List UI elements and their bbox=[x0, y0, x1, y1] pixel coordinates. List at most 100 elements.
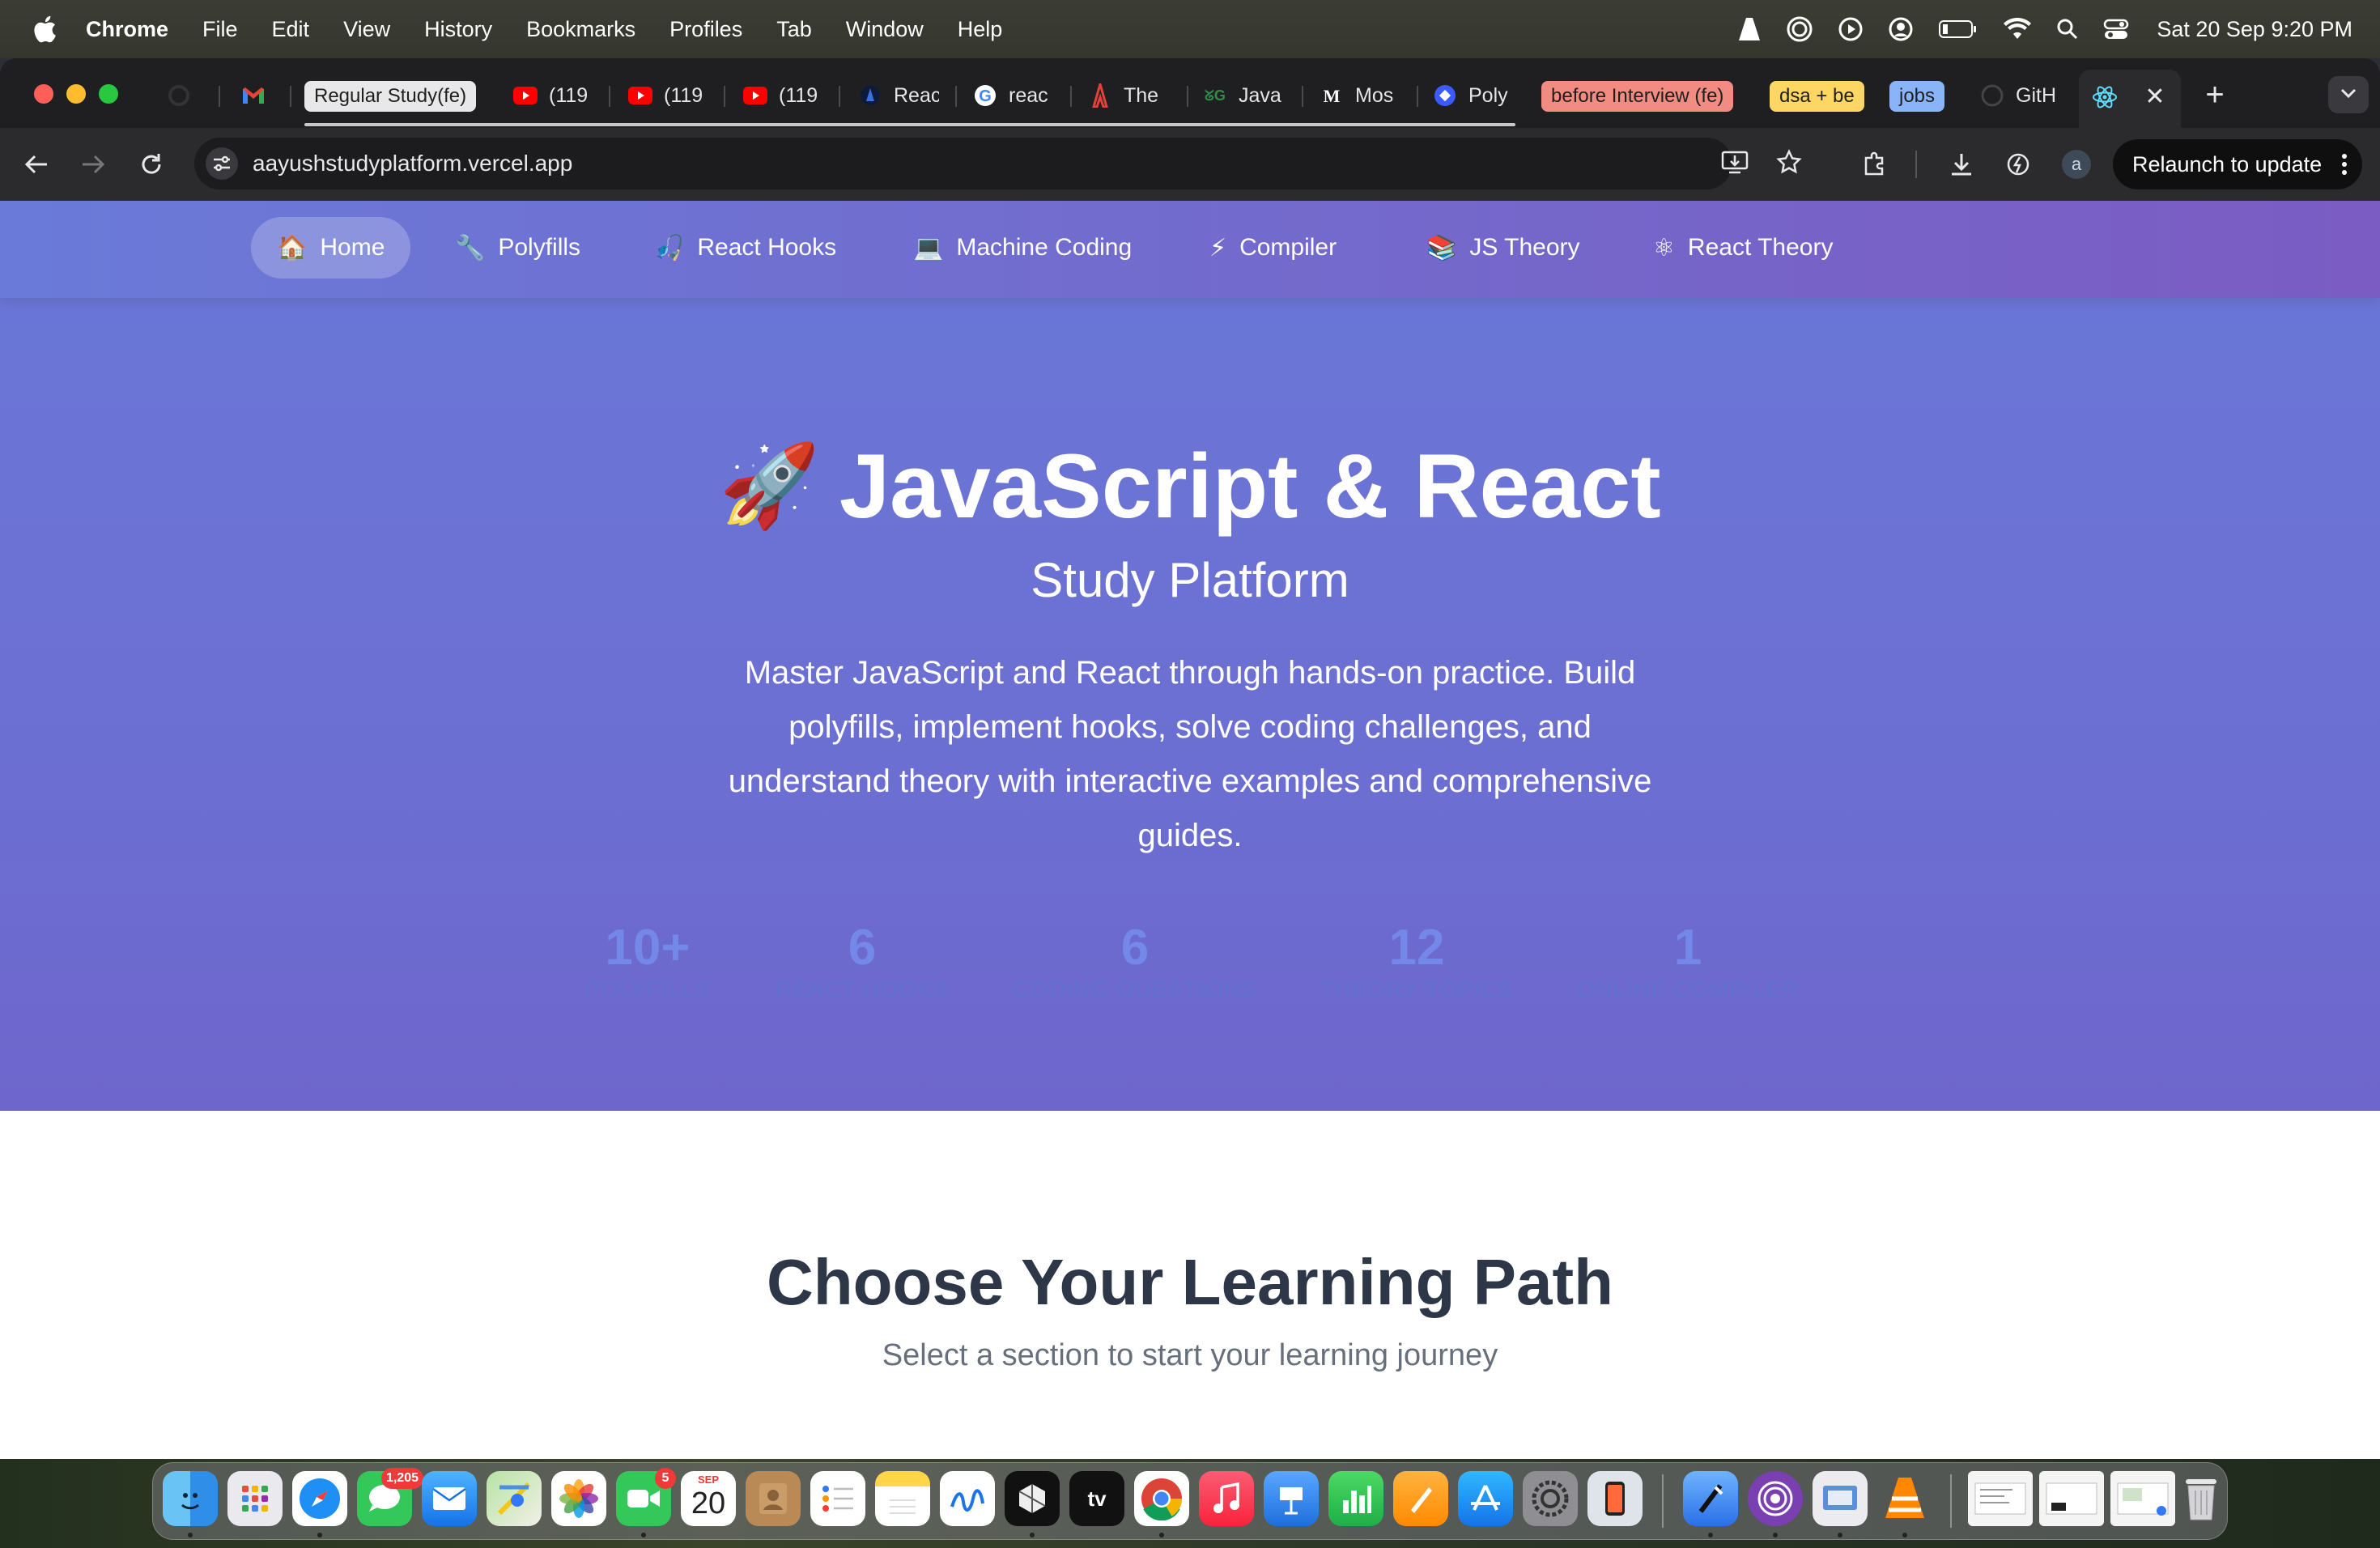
vlc-status-icon[interactable] bbox=[1737, 16, 1762, 42]
nav-machine-coding[interactable]: 💻 Machine Coding bbox=[887, 217, 1158, 279]
keynote-icon[interactable] bbox=[1264, 1471, 1319, 1526]
reload-button[interactable] bbox=[131, 144, 172, 185]
install-app-icon[interactable] bbox=[1721, 151, 1749, 179]
profile-avatar[interactable]: a bbox=[2056, 144, 2097, 185]
menu-history[interactable]: History bbox=[424, 17, 492, 42]
tab-youtube-3[interactable]: (119 bbox=[743, 78, 822, 113]
menu-tab[interactable]: Tab bbox=[776, 17, 812, 42]
spotlight-search-icon[interactable] bbox=[2056, 18, 2079, 40]
tab-group-before-interview[interactable]: before Interview (fe) bbox=[1541, 81, 1734, 112]
chrome-icon[interactable] bbox=[1134, 1471, 1189, 1526]
url-text[interactable]: aayushstudyplatform.vercel.app bbox=[253, 151, 572, 176]
tab-gmail[interactable] bbox=[241, 78, 274, 113]
app-store-icon[interactable] bbox=[1458, 1471, 1513, 1526]
play-status-icon[interactable] bbox=[1838, 16, 1864, 42]
bookmark-star-icon[interactable] bbox=[1776, 149, 1802, 179]
new-tab-button[interactable]: + bbox=[2199, 79, 2231, 112]
performance-icon[interactable] bbox=[1998, 144, 2038, 185]
nav-polyfills[interactable]: 🔧 Polyfills bbox=[429, 217, 606, 279]
tab-github[interactable]: GitH bbox=[1980, 78, 2069, 113]
tab-youtube-2[interactable]: (119 bbox=[628, 78, 708, 113]
tab-google-search[interactable]: Greac bbox=[973, 78, 1054, 113]
minimize-window-button[interactable] bbox=[66, 84, 86, 104]
tab-active-study-platform[interactable]: ✕ bbox=[2079, 70, 2181, 128]
menu-clock[interactable]: Sat 20 Sep 9:20 PM bbox=[2157, 17, 2352, 42]
menu-file[interactable]: File bbox=[202, 17, 238, 42]
xcode-icon[interactable] bbox=[1683, 1471, 1738, 1526]
contacts-icon[interactable] bbox=[746, 1471, 801, 1526]
nav-home[interactable]: 🏠 Home bbox=[251, 217, 411, 279]
iphone-mirroring-icon[interactable] bbox=[1587, 1471, 1643, 1526]
site-info-icon[interactable] bbox=[206, 147, 238, 180]
menu-app-name[interactable]: Chrome bbox=[86, 17, 168, 42]
freeform-icon[interactable] bbox=[940, 1471, 995, 1526]
tab-separator bbox=[1070, 86, 1072, 107]
apple-menu-icon[interactable] bbox=[32, 15, 57, 43]
vlc-icon[interactable] bbox=[1877, 1471, 1932, 1526]
preview-icon[interactable] bbox=[1813, 1471, 1868, 1526]
stat-coding-questions: 6 CODING QUESTIONS bbox=[1005, 921, 1264, 1002]
apple-tv-icon[interactable]: tv bbox=[1069, 1471, 1124, 1526]
downloads-icon[interactable] bbox=[1941, 144, 1982, 185]
menu-profiles[interactable]: Profiles bbox=[669, 17, 742, 42]
tab-group-regular-study[interactable]: Regular Study(fe) bbox=[304, 81, 477, 112]
zoom-window-button[interactable] bbox=[99, 84, 118, 104]
relaunch-to-update-button[interactable]: Relaunch to update bbox=[2113, 139, 2362, 189]
menu-edit[interactable]: Edit bbox=[272, 17, 310, 42]
reminders-icon[interactable] bbox=[810, 1471, 865, 1526]
menu-window[interactable]: Window bbox=[846, 17, 924, 42]
system-settings-icon[interactable] bbox=[1523, 1471, 1578, 1526]
forward-button[interactable] bbox=[73, 144, 113, 185]
cursor-app-icon[interactable] bbox=[1005, 1471, 1060, 1526]
tab-group-jobs[interactable]: jobs bbox=[1889, 81, 1945, 112]
tab-search-button[interactable] bbox=[2328, 76, 2369, 113]
browser-toolbar: aayushstudyplatform.vercel.app a Relaunc… bbox=[0, 128, 2380, 201]
facetime-icon[interactable]: 5 bbox=[616, 1468, 676, 1526]
photos-icon[interactable] bbox=[551, 1471, 606, 1526]
safari-icon[interactable] bbox=[292, 1471, 347, 1526]
menu-view[interactable]: View bbox=[343, 17, 390, 42]
tab-gfg-java[interactable]: ᘜG Java bbox=[1203, 78, 1284, 113]
back-button[interactable] bbox=[16, 144, 57, 185]
music-icon[interactable] bbox=[1199, 1471, 1254, 1526]
books-icon: 📚 bbox=[1426, 234, 1457, 262]
more-menu-icon[interactable] bbox=[2341, 153, 2348, 181]
tab-the[interactable]: The bbox=[1088, 78, 1169, 113]
finder-icon[interactable] bbox=[163, 1471, 218, 1526]
tab-poly[interactable]: Poly bbox=[1433, 78, 1514, 113]
tab-group-dsa-be[interactable]: dsa + be bbox=[1770, 81, 1864, 112]
close-window-button[interactable] bbox=[34, 84, 53, 104]
tab-youtube-1[interactable]: (119 bbox=[513, 78, 593, 113]
battery-icon[interactable] bbox=[1938, 19, 1978, 40]
tab-react-site[interactable]: Reac bbox=[858, 78, 939, 113]
nav-js-theory[interactable]: 📚 JS Theory bbox=[1400, 217, 1606, 279]
pages-icon[interactable] bbox=[1393, 1471, 1448, 1526]
calendar-icon[interactable]: SEP 20 bbox=[681, 1471, 736, 1526]
launchpad-icon[interactable] bbox=[227, 1471, 283, 1526]
tab-medium[interactable]: M Mos bbox=[1320, 78, 1400, 113]
tor-browser-icon[interactable] bbox=[1748, 1471, 1803, 1526]
control-center-icon[interactable] bbox=[2103, 18, 2129, 40]
address-bar[interactable]: aayushstudyplatform.vercel.app bbox=[194, 138, 1802, 189]
user-status-icon[interactable] bbox=[1888, 16, 1914, 42]
tab-separator bbox=[1302, 86, 1303, 107]
wifi-icon[interactable] bbox=[2003, 18, 2032, 40]
minimized-window-thumbnail[interactable] bbox=[2110, 1471, 2175, 1526]
menu-help[interactable]: Help bbox=[958, 17, 1003, 42]
close-tab-icon[interactable]: ✕ bbox=[2142, 84, 2168, 110]
notes-icon[interactable] bbox=[875, 1471, 930, 1526]
minimized-window-thumbnail[interactable] bbox=[2039, 1471, 2104, 1526]
tor-status-icon[interactable] bbox=[1786, 15, 1813, 43]
minimized-window-thumbnail[interactable] bbox=[1968, 1471, 2033, 1526]
extensions-icon[interactable] bbox=[1854, 144, 1894, 185]
trash-icon[interactable] bbox=[2174, 1471, 2229, 1526]
numbers-icon[interactable] bbox=[1328, 1471, 1383, 1526]
menu-bookmarks[interactable]: Bookmarks bbox=[526, 17, 635, 42]
messages-icon[interactable]: 1,205 bbox=[357, 1468, 423, 1526]
tab-openai[interactable] bbox=[167, 78, 199, 113]
nav-compiler[interactable]: ⚡ Compiler bbox=[1184, 217, 1362, 279]
mail-icon[interactable] bbox=[422, 1471, 477, 1526]
maps-icon[interactable] bbox=[487, 1471, 542, 1526]
nav-react-theory[interactable]: ⚛ React Theory bbox=[1627, 217, 1859, 279]
nav-react-hooks[interactable]: 🎣 React Hooks bbox=[628, 217, 862, 279]
